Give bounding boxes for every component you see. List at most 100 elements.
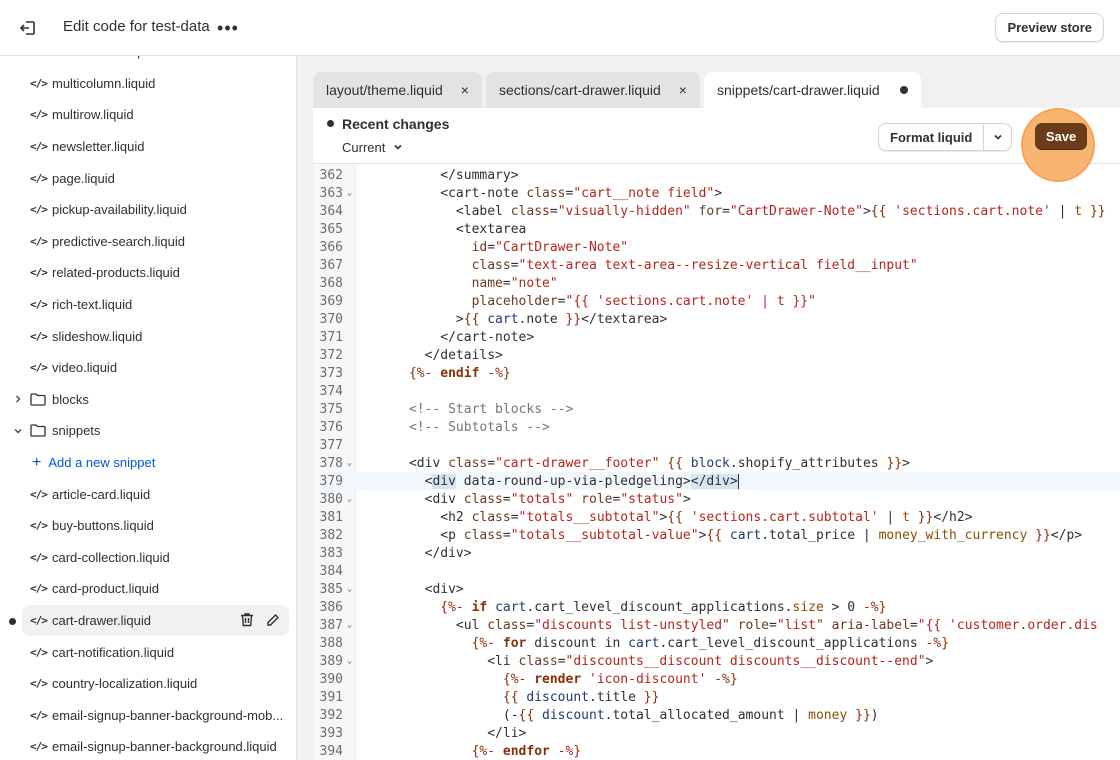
code-file-icon: </> [30,550,48,564]
code-line[interactable]: 374 [313,382,1120,400]
file-item[interactable]: </> card-collection.liquid [0,542,296,574]
format-liquid-button[interactable]: Format liquid [879,124,985,150]
file-item[interactable]: </> related-products.liquid [0,257,296,289]
file-item[interactable]: </> multirow.liquid [0,99,296,131]
code-text: <div class="cart-drawer__footer" {{ bloc… [362,455,910,471]
code-line[interactable]: 389 ⌄ <li class="discounts__discount disc… [313,652,1120,670]
code-line[interactable]: 372 </details> [313,346,1120,364]
file-item[interactable]: </> pickup-availability.liquid [0,194,296,226]
code-line[interactable]: 376 <!-- Subtotals --> [313,418,1120,436]
code-line[interactable]: 394 {%- endfor -%} [313,742,1120,760]
code-line[interactable]: 366 id="CartDrawer-Note" [313,238,1120,256]
code-line[interactable]: 382 <p class="totals__subtotal-value">{{… [313,526,1120,544]
file-item[interactable]: </> rich-text.liquid [0,289,296,321]
add-snippet-link[interactable]: + Add a new snippet [0,447,296,479]
code-line[interactable]: 375 <!-- Start blocks --> [313,400,1120,418]
line-number: 390 [319,671,343,687]
fold-chevron-icon[interactable]: ⌄ [343,458,356,468]
code-line[interactable]: 371 </cart-note> [313,328,1120,346]
file-item[interactable]: </> cart-notification.liquid [0,636,296,668]
file-item[interactable]: </> article-card.liquid [0,478,296,510]
fold-chevron-icon[interactable]: ⌄ [343,620,356,630]
line-number: 385 [319,581,343,597]
code-line[interactable]: 379 <div data-round-up-via-pledgeling></… [313,472,1120,490]
code-line[interactable]: 373 {%- endif -%} [313,364,1120,382]
fold-chevron-icon[interactable]: ⌄ [343,494,356,504]
file-item[interactable]: </> main-search.liquid [0,56,296,68]
code-line[interactable]: 386 {%- if cart.cart_level_discount_appl… [313,598,1120,616]
code-line[interactable]: 393 </li> [313,724,1120,742]
line-number: 376 [319,419,343,435]
page-title: Edit code for test-data [63,18,210,35]
format-options-chevron-icon[interactable] [984,124,1011,150]
code-text: <!-- Subtotals --> [408,419,550,435]
folder-blocks[interactable]: blocks [0,384,296,416]
code-line[interactable]: 383 </div> [313,544,1120,562]
close-icon[interactable]: × [679,82,687,98]
code-line[interactable]: 378 ⌄ <div class="cart-drawer__footer" {{… [313,454,1120,472]
tab-layout-theme[interactable]: layout/theme.liquid × [313,72,482,108]
code-line[interactable]: 391 {{ discount.title }} [313,688,1120,706]
file-item[interactable]: </> buy-buttons.liquid [0,510,296,542]
file-item[interactable]: </> email-signup-banner-background.liquid [0,731,296,760]
file-item[interactable]: </> email-signup-banner-background-mob... [0,699,296,731]
file-item[interactable]: </> card-product.liquid [0,573,296,605]
close-icon[interactable]: × [461,82,469,98]
trash-icon[interactable] [239,612,255,628]
fold-chevron-icon[interactable]: ⌄ [343,188,356,198]
code-line[interactable]: 365 <textarea [313,220,1120,238]
file-item[interactable]: </> predictive-search.liquid [0,226,296,258]
unsaved-dot-icon [899,86,908,94]
fold-chevron-icon[interactable]: ⌄ [343,584,356,594]
code-line[interactable]: 363 ⌄ <cart-note class="cart__note field"… [313,184,1120,202]
file-item[interactable]: </> page.liquid [0,162,296,194]
code-line[interactable]: 364 <label class="visually-hidden" for="… [313,202,1120,220]
code-line[interactable]: 370 >{{ cart.note }}</textarea> [313,310,1120,328]
line-number: 388 [319,635,343,651]
file-item[interactable]: </> cart-drawer.liquid [9,604,289,637]
version-select[interactable]: Current [342,140,403,155]
code-line[interactable]: 388 {%- for discount in cart.cart_level_… [313,634,1120,652]
recent-changes-dot-icon [327,120,334,127]
fold-chevron-icon[interactable]: ⌄ [343,656,356,666]
file-item[interactable]: </> slideshow.liquid [0,320,296,352]
line-number: 392 [319,707,343,723]
pencil-icon[interactable] [265,612,281,628]
file-item[interactable]: </> video.liquid [0,352,296,384]
code-file-icon: </> [30,140,48,154]
code-line[interactable]: 384 [313,562,1120,580]
code-file-icon: </> [30,613,48,627]
code-line[interactable]: 362 </summary> [313,166,1120,184]
file-item[interactable]: </> country-localization.liquid [0,668,296,700]
preview-store-button[interactable]: Preview store [995,13,1104,42]
code-line[interactable]: 369 placeholder="{{ 'sections.cart.note'… [313,292,1120,310]
file-item[interactable]: </> newsletter.liquid [0,131,296,163]
tab-snippets-cart-drawer[interactable]: snippets/cart-drawer.liquid [703,72,921,108]
code-line[interactable]: 381 <h2 class="totals__subtotal">{{ 'sec… [313,508,1120,526]
code-file-icon: </> [30,203,48,217]
file-row-actions [239,612,281,628]
code-text: <label class="visually-hidden" for="Cart… [362,203,1106,219]
save-button[interactable]: Save [1035,123,1087,150]
exit-icon[interactable] [16,16,40,40]
tab-sections-cart-drawer[interactable]: sections/cart-drawer.liquid × [485,72,700,108]
line-number: 380 [319,491,343,507]
code-text: <textarea [362,221,527,237]
code-line[interactable]: 392 (-{{ discount.total_allocated_amount… [313,706,1120,724]
more-actions-button[interactable]: ••• [216,16,240,40]
code-line[interactable]: 380 ⌄ <div class="totals" role="status"> [313,490,1120,508]
code-line[interactable]: 368 name="note" [313,274,1120,292]
code-line[interactable]: 387 ⌄ <ul class="discounts list-unstyled"… [313,616,1120,634]
file-name: email-signup-banner-background-mob... [52,707,284,723]
folder-snippets[interactable]: snippets [0,415,296,447]
file-name: article-card.liquid [52,486,151,502]
file-tree: </> main-search.liquid </> multicolumn.liqu… [0,56,296,760]
file-name: newsletter.liquid [52,139,145,155]
code-line[interactable]: 385 ⌄ <div> [313,580,1120,598]
code-file-icon: </> [30,708,48,722]
file-item[interactable]: </> multicolumn.liquid [0,68,296,100]
code-line[interactable]: 377 [313,436,1120,454]
code-line[interactable]: 367 class="text-area text-area--resize-v… [313,256,1120,274]
code-line[interactable]: 390 {%- render 'icon-discount' -%} [313,670,1120,688]
code-area[interactable]: 362 </summary> 363 ⌄ <cart-note class="car… [313,165,1120,760]
